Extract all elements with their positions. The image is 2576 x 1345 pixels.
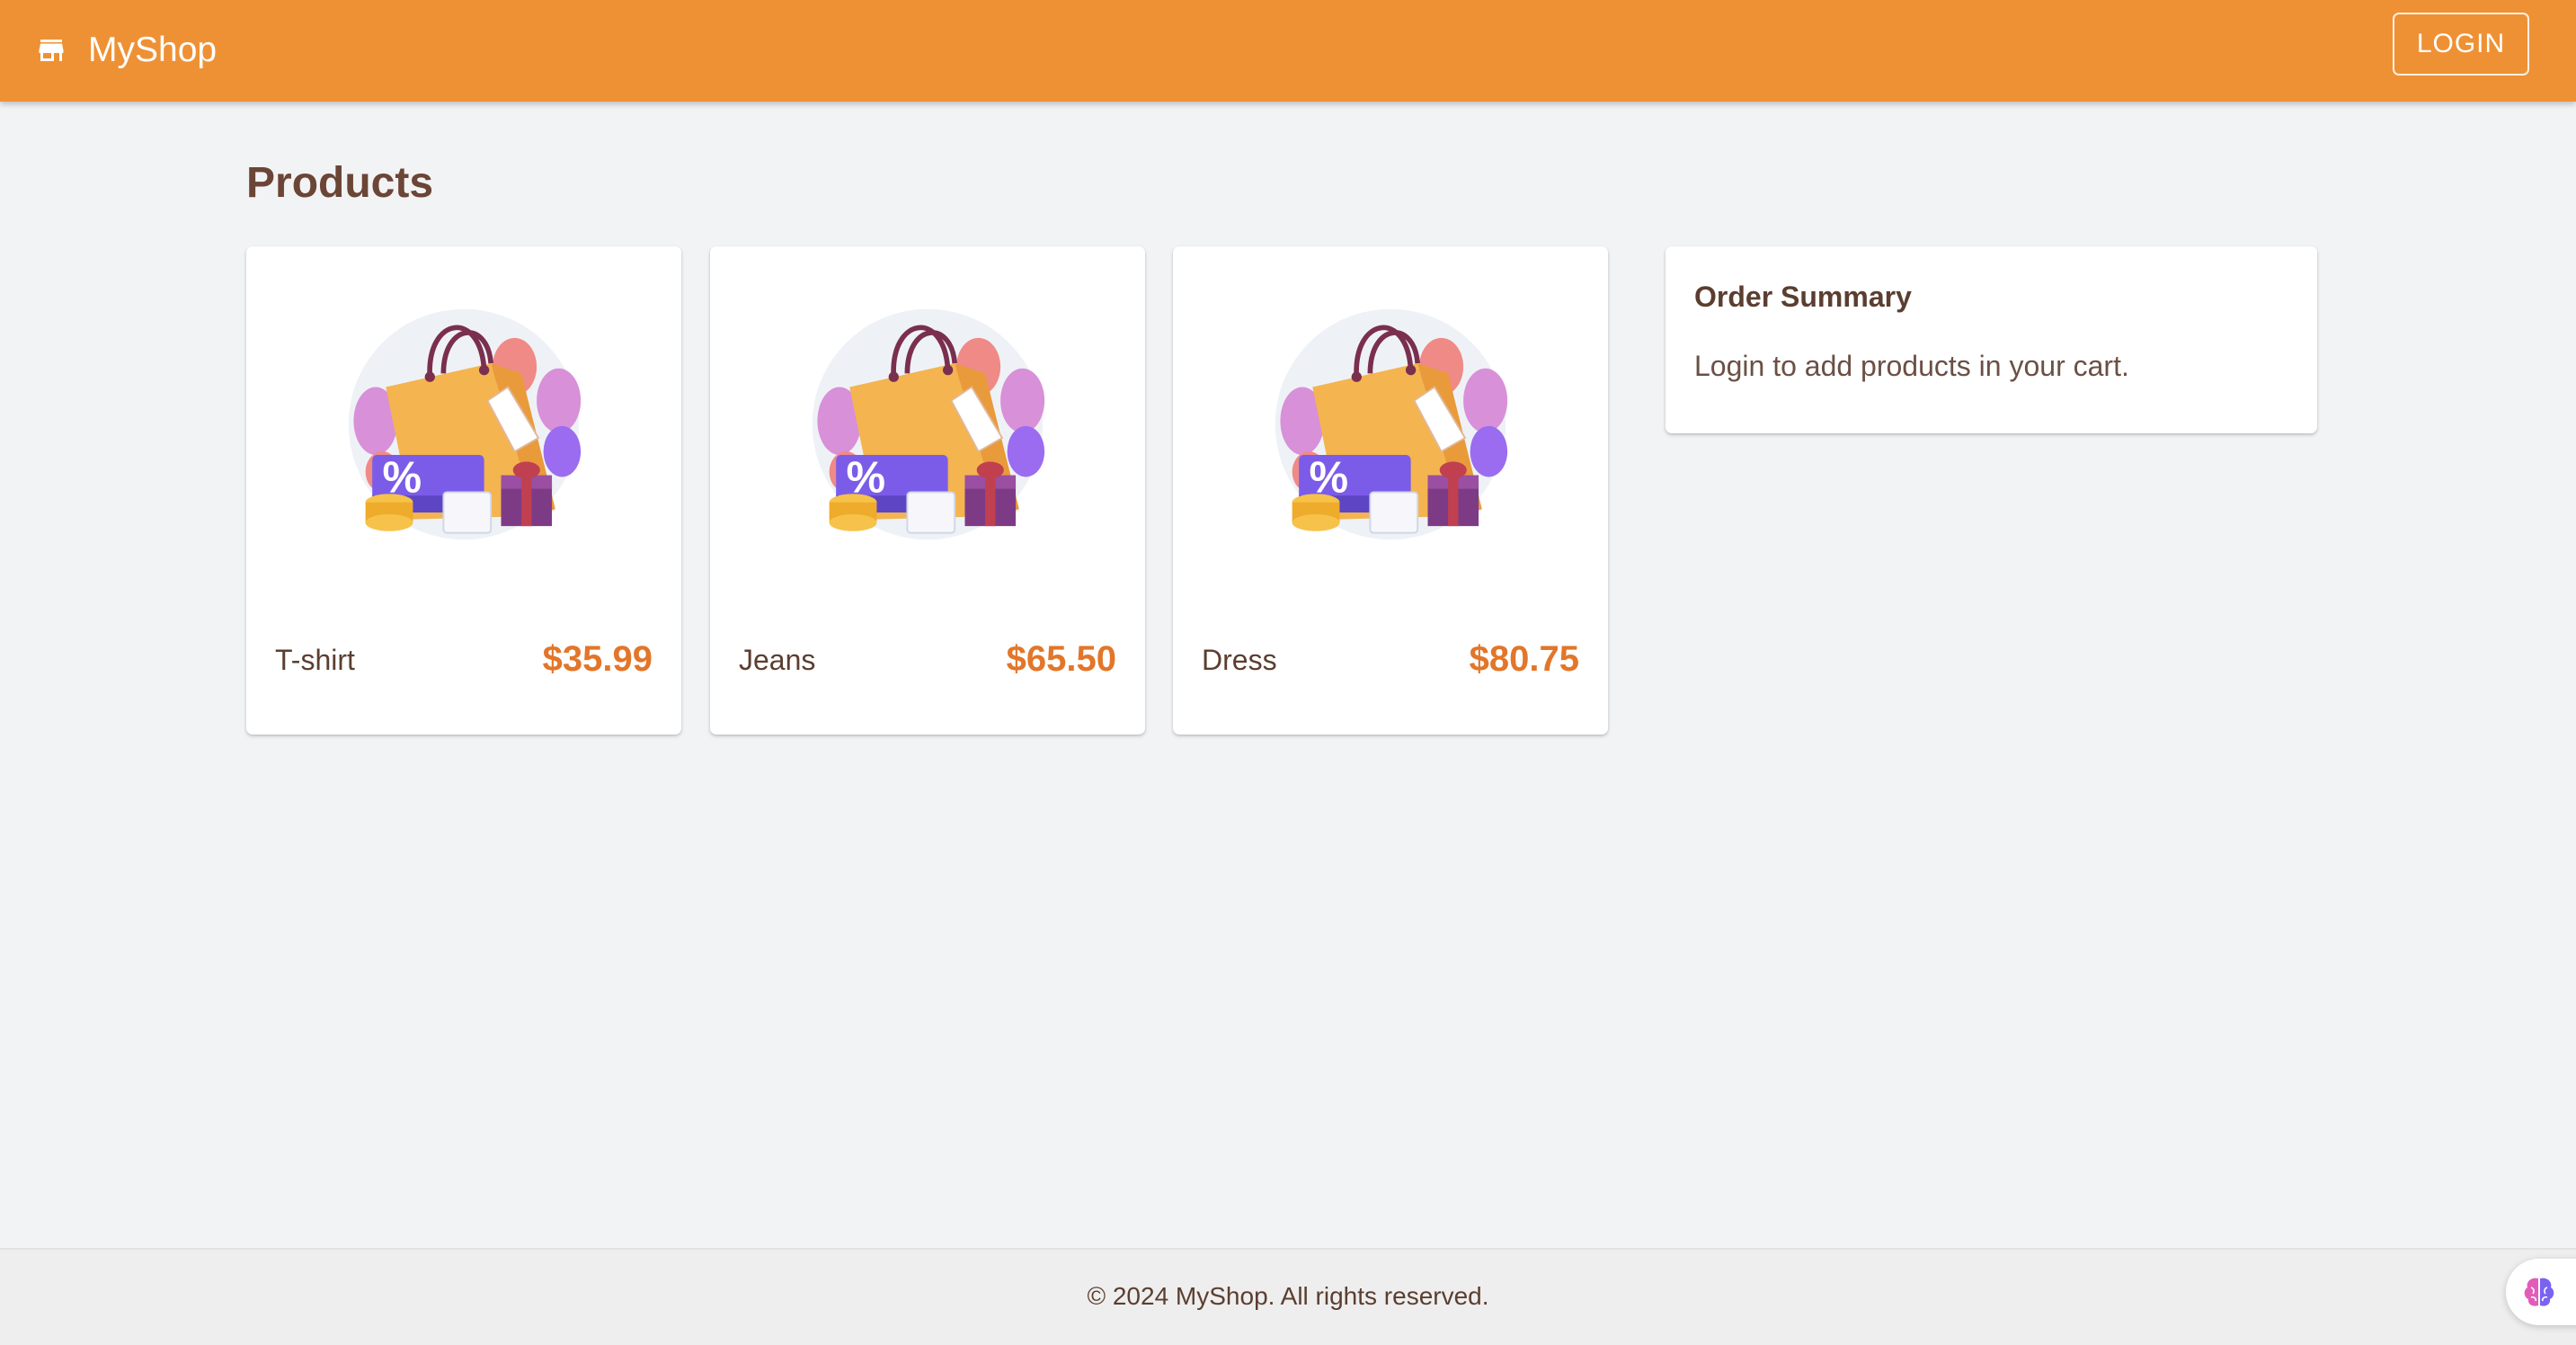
footer: © 2024 MyShop. All rights reserved. <box>0 1248 2576 1345</box>
brand[interactable]: MyShop <box>34 27 217 74</box>
shopping-bag-illustration <box>809 306 1046 543</box>
product-card[interactable]: T-shirt $35.99 <box>246 246 681 735</box>
product-price: $65.50 <box>1006 639 1116 679</box>
extension-button[interactable] <box>2506 1259 2576 1325</box>
order-summary-message: Login to add products in your cart. <box>1694 350 2129 382</box>
shopping-bag-illustration <box>1272 306 1509 543</box>
order-summary-title: Order Summary <box>1694 281 1912 313</box>
brand-name: MyShop <box>88 31 218 69</box>
login-button[interactable]: LOGIN <box>2393 13 2529 76</box>
brain-icon <box>2524 1278 2554 1306</box>
product-name: Dress <box>1202 644 1277 676</box>
product-card[interactable]: Dress $80.75 <box>1173 246 1608 735</box>
app-bar: MyShop LOGIN <box>0 0 2576 102</box>
product-name: T-shirt <box>275 644 355 676</box>
product-card[interactable]: Jeans $65.50 <box>710 246 1145 735</box>
storefront-icon <box>39 40 64 61</box>
product-name: Jeans <box>739 644 816 676</box>
footer-copyright: © 2024 MyShop. All rights reserved. <box>1087 1282 1489 1310</box>
shopping-bag-illustration <box>345 306 582 543</box>
page-title: Products <box>246 159 434 207</box>
product-price: $35.99 <box>542 639 653 679</box>
order-summary-panel: Order Summary Login to add products in y… <box>1666 246 2317 433</box>
product-price: $80.75 <box>1469 639 1579 679</box>
